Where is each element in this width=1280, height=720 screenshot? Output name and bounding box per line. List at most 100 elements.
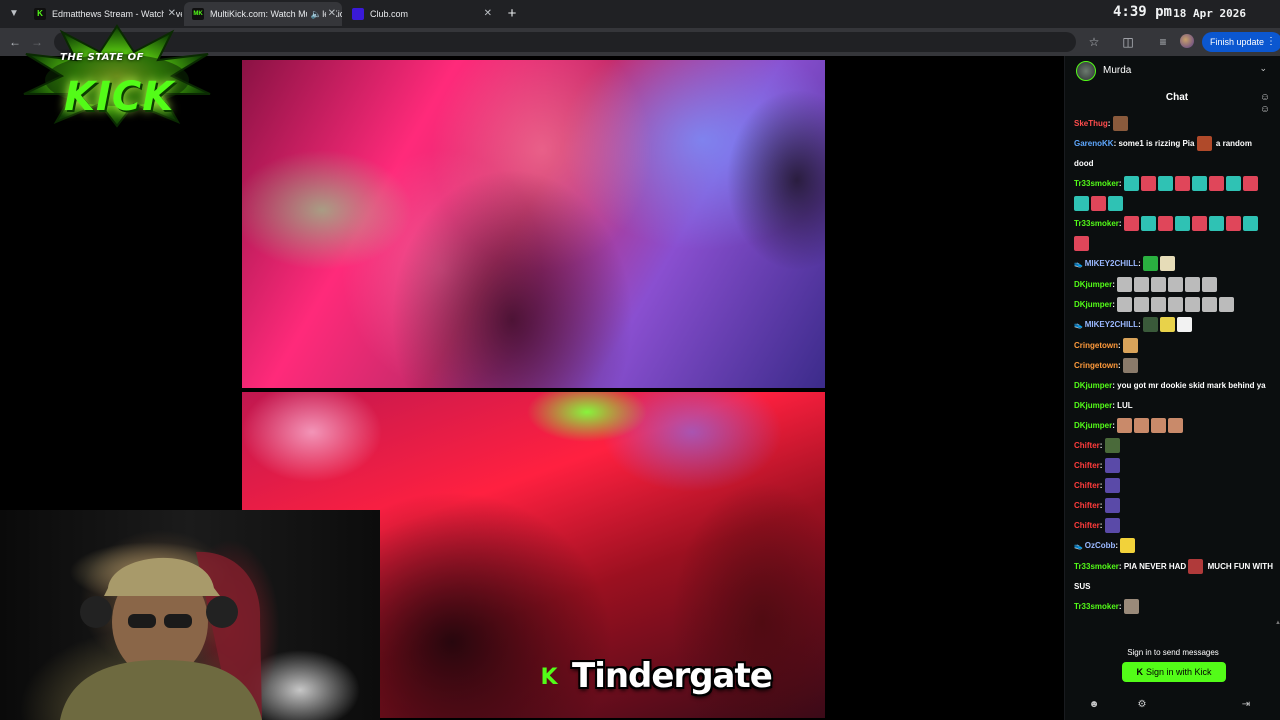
emote-icon [1104,478,1120,494]
emote-icon [1104,438,1120,454]
chat-separator: : [1099,521,1105,530]
chat-username[interactable]: Chifter [1074,501,1100,510]
new-tab-plus-icon[interactable]: + [504,4,520,24]
finish-update-label: Finish update [1210,37,1265,47]
tab-club[interactable]: Club.com ✕ [344,2,498,26]
emote-icon [1117,297,1133,313]
chat-username[interactable]: MIKEY2CHILL [1085,320,1138,329]
chat-username[interactable]: DKjumper [1074,381,1112,390]
sneaker-badge-icon: 👟 [1074,322,1083,329]
chat-text: some1 is rizzing Pia [1118,139,1197,148]
chat-username[interactable]: Chifter [1074,521,1100,530]
emote-icon [1151,297,1167,313]
emote-icon [1157,216,1173,232]
close-icon[interactable]: ✕ [325,2,336,26]
tab-search-chevron-down-icon[interactable]: ▼ [6,6,22,22]
close-icon[interactable]: ✕ [163,2,176,26]
chat-username[interactable]: Tr33smoker [1074,562,1119,571]
chat-username[interactable]: SkeThug [1074,119,1108,128]
emote-icon [1104,458,1120,474]
chat-message-list[interactable]: SkeThug: GarenoKK: some1 is rizzing Pia … [1065,114,1280,634]
chat-username[interactable]: GarenoKK [1074,139,1114,148]
emote-icon [1168,277,1184,293]
sneaker-badge-icon: 👟 [1074,261,1083,268]
finish-update-button[interactable]: Finish update ⋮ [1202,32,1280,52]
more-vert-icon: ⋮ [1266,36,1277,47]
multikick-favicon-icon: MK [192,8,204,20]
star-icon[interactable]: ☆ [1085,33,1103,51]
emote-icon [1185,297,1201,313]
chat-username[interactable]: Tr33smoker [1074,179,1119,188]
emote-icon [1168,297,1184,313]
chat-username[interactable]: Tr33smoker [1074,602,1119,611]
tab-title: MultiKick.com: Watch Multiple Kick Strea… [210,9,342,19]
exit-icon[interactable]: ⇥ [1239,698,1253,712]
emote-icon [1185,277,1201,293]
chat-message: Chifter: [1065,496,1280,516]
puzzle-icon[interactable]: ◫ [1119,33,1137,51]
chat-username[interactable]: DKjumper [1074,401,1112,410]
emote-icon [1225,216,1241,232]
emote-icon [1074,196,1089,212]
chat-message: 👟 OzCobb: [1065,536,1280,557]
emote-icon [1117,277,1133,293]
chat-separator: : [1099,501,1105,510]
chat-username[interactable]: Cringetown [1074,361,1118,370]
date: 18 Apr 2026 [1173,7,1246,20]
emote-icon [1174,216,1190,232]
emote-icon [1157,176,1173,192]
gear-icon[interactable]: ⚙ [1135,698,1149,712]
chat-message: SkeThug: [1065,114,1280,134]
emote-icon [1123,216,1139,232]
chat-username[interactable]: Chifter [1074,461,1100,470]
channel-name: Murda [1103,65,1132,76]
emote-icon [1142,256,1158,272]
emote-icon [1120,538,1136,554]
scrollbar-arrow-icon[interactable]: ▲ [1275,620,1280,632]
chat-username[interactable]: Chifter [1074,481,1100,490]
sign-in-prompt: Sign in to send messages [1127,648,1219,657]
chat-username[interactable]: Chifter [1074,441,1100,450]
add-user-icon[interactable]: ☻ [1087,698,1101,712]
emote-icon [1176,317,1192,333]
chat-username[interactable]: OzCobb [1085,541,1116,550]
chat-username[interactable]: MIKEY2CHILL [1085,259,1138,268]
channel-selector[interactable]: Murda ⌄ [1065,56,1280,86]
chat-separator: : [1099,461,1105,470]
club-favicon-icon [352,8,364,20]
emote-icon [1122,338,1138,354]
close-icon[interactable]: ✕ [484,2,492,26]
chat-message: Tr33smoker: PIA NEVER HAD MUCH FUN WITH … [1065,557,1280,597]
state-of-kick-logo: THE STATE OF KICK [22,24,212,128]
chat-message: 👟 MIKEY2CHILL: [1065,315,1280,336]
emote-icon [1117,418,1133,434]
emote-icon [1188,559,1204,575]
chat-username[interactable]: Cringetown [1074,341,1118,350]
emote-icon [1191,176,1207,192]
emote-icon [1091,196,1106,212]
streamer-silhouette-icon [60,551,262,720]
chat-panel: Murda ⌄ Chat ☺☺ SkeThug: GarenoKK: some1… [1064,56,1280,720]
emote-icon [1134,277,1150,293]
speaker-icon[interactable]: 🔈 [306,2,322,26]
users-icon[interactable]: ☺☺ [1258,92,1272,115]
chat-username[interactable]: DKjumper [1074,300,1112,309]
chat-message: Tr33smoker: [1065,597,1280,617]
emote-icon [1159,256,1175,272]
media-queue-icon[interactable]: ≡ [1154,33,1172,51]
chat-username[interactable]: DKjumper [1074,421,1112,430]
chat-message: Chifter: [1065,476,1280,496]
emote-icon [1142,317,1158,333]
emote-icon [1112,116,1128,132]
stream-video-top[interactable] [242,60,825,388]
sign-in-with-kick-button[interactable]: K Sign in with Kick [1122,662,1226,682]
chat-title: Chat [1165,92,1189,103]
emote-icon [1242,176,1258,192]
chat-username[interactable]: Tr33smoker [1074,219,1119,228]
chat-separator: : [1107,119,1113,128]
profile-avatar[interactable] [1180,34,1194,48]
emote-icon [1074,236,1089,252]
chat-username[interactable]: DKjumper [1074,280,1112,289]
tab-multikick[interactable]: MK MultiKick.com: Watch Multiple Kick St… [184,2,342,26]
tab-edmatthews[interactable]: K Edmatthews Stream - Watch Live on Kick… [26,2,182,26]
